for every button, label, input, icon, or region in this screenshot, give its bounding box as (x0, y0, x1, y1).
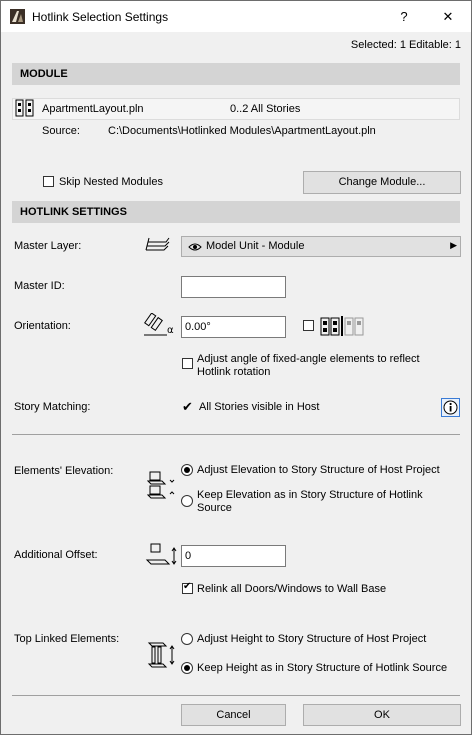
check-mark-icon: ✔ (182, 399, 193, 414)
story-matching-label: Story Matching: (14, 401, 91, 413)
ok-button[interactable]: OK (303, 704, 461, 726)
cancel-button[interactable]: Cancel (181, 704, 286, 726)
master-id-label: Master ID: (14, 280, 65, 292)
dialog-window: Hotlink Selection Settings ? ✕ Selected:… (0, 0, 472, 735)
story-matching-value: All Stories visible in Host (199, 401, 320, 413)
info-icon (443, 400, 458, 415)
module-stories: 0..2 All Stories (230, 103, 301, 115)
close-button[interactable]: ✕ (425, 1, 471, 32)
svg-text:α: α (167, 325, 174, 336)
source-path: C:\Documents\Hotlinked Modules\Apartment… (108, 125, 376, 137)
submenu-arrow-icon: ▶ (450, 240, 457, 250)
divider (12, 434, 460, 435)
master-id-input[interactable] (181, 276, 286, 298)
top-keep-radio[interactable] (181, 662, 193, 674)
eye-icon (188, 243, 202, 251)
additional-offset-label: Additional Offset: (14, 549, 98, 561)
window-title: Hotlink Selection Settings (32, 10, 169, 24)
relink-checkbox[interactable]: ✔ (182, 581, 193, 594)
module-section-header: MODULE (12, 63, 460, 85)
layers-icon (145, 237, 170, 251)
master-layer-value: Model Unit - Module (206, 240, 305, 252)
top-linked-label: Top Linked Elements: (14, 633, 120, 645)
source-label: Source: (42, 125, 80, 137)
footer-divider (12, 695, 460, 696)
module-icon (15, 99, 34, 117)
title-bar: Hotlink Selection Settings ? ✕ (1, 1, 471, 32)
offset-icon (145, 543, 177, 565)
adjust-angle-label-line2: Hotlink rotation (197, 366, 271, 378)
additional-offset-input[interactable]: 0 (181, 545, 286, 567)
relink-label: Relink all Doors/Windows to Wall Base (197, 583, 387, 595)
hotlink-section-header: HOTLINK SETTINGS (12, 201, 460, 223)
adjust-angle-checkbox[interactable] (182, 358, 193, 369)
checkbox-check-icon: ✔ (183, 581, 192, 592)
skip-nested-label: Skip Nested Modules (59, 176, 163, 188)
elev-option-2-label-line2: Source (197, 502, 232, 514)
mirror-icon (320, 316, 364, 336)
elev-option-1-label: Adjust Elevation to Story Structure of H… (197, 464, 440, 476)
elev-option-2-label-line1: Keep Elevation as in Story Structure of … (197, 489, 423, 501)
info-button[interactable] (441, 398, 460, 417)
help-button[interactable]: ? (381, 1, 427, 32)
top-option-1-label: Adjust Height to Story Structure of Host… (197, 633, 427, 645)
selection-status: Selected: 1 Editable: 1 (350, 39, 461, 51)
elev-adjust-radio[interactable] (181, 464, 193, 476)
adjust-angle-label-line1: Adjust angle of fixed-angle elements to … (197, 353, 420, 365)
mirror-checkbox[interactable] (303, 320, 314, 331)
top-linked-icon (147, 642, 175, 668)
elev-keep-radio[interactable] (181, 495, 193, 507)
module-file-name: ApartmentLayout.pln (42, 103, 144, 115)
elevation-icon (147, 471, 175, 499)
master-layer-label: Master Layer: (14, 240, 82, 252)
orientation-label: Orientation: (14, 320, 71, 332)
orientation-input[interactable]: 0.00° (181, 316, 286, 338)
archicad-app-icon (10, 9, 25, 24)
rotation-angle-icon: α (144, 313, 174, 336)
master-layer-select[interactable]: Model Unit - Module ▶ (181, 236, 461, 257)
elements-elevation-label: Elements' Elevation: (14, 465, 114, 477)
top-option-2-label: Keep Height as in Story Structure of Hot… (197, 662, 448, 674)
change-module-button[interactable]: Change Module... (303, 171, 461, 194)
skip-nested-checkbox[interactable] (43, 176, 54, 187)
top-adjust-radio[interactable] (181, 633, 193, 645)
